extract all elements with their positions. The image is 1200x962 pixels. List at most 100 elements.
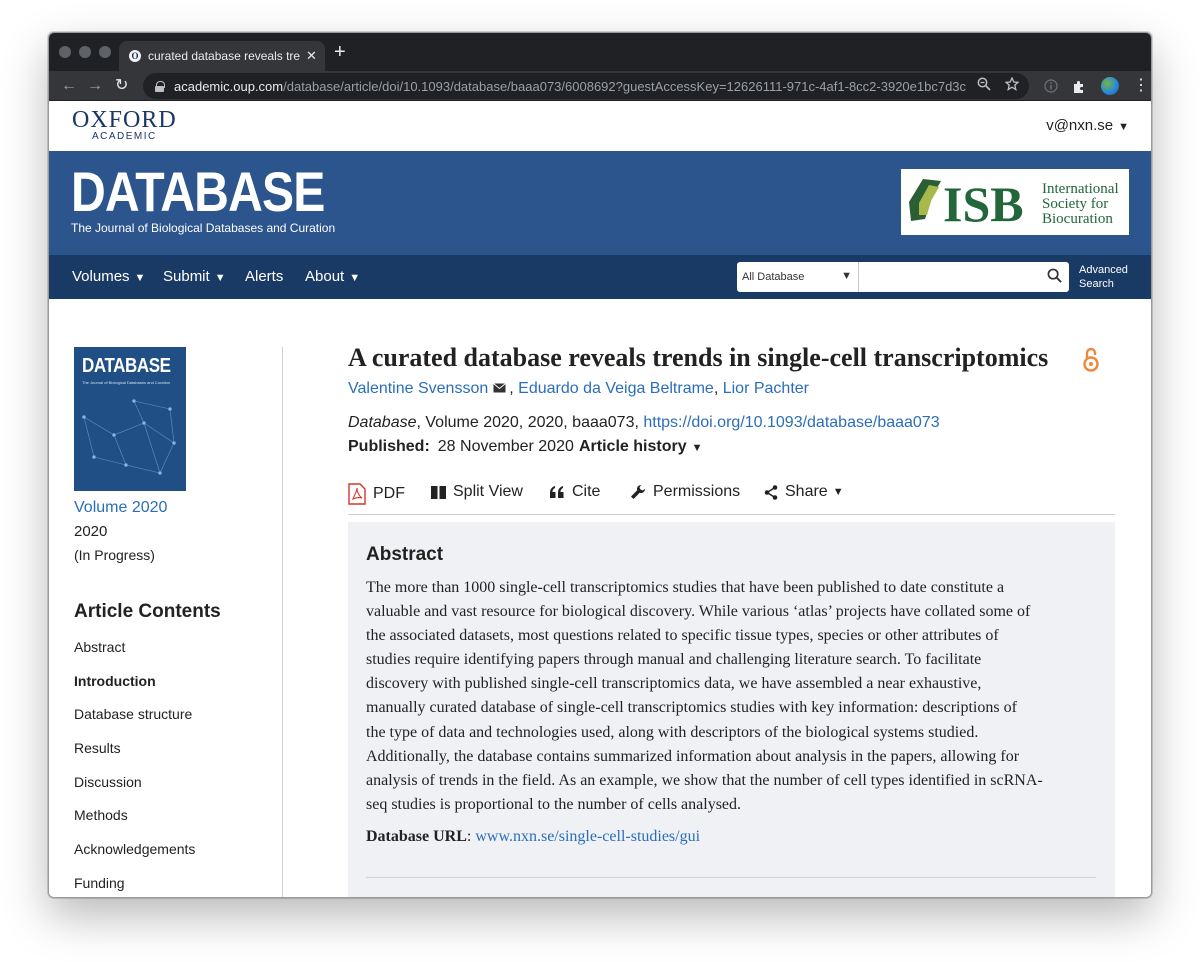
isb-logo[interactable]: ISB International Society for Biocuratio… — [901, 169, 1129, 235]
nav-about[interactable]: About ▼ — [305, 268, 360, 285]
browser-toolbar: ← → ↻ academic.oup.com/database/article/… — [49, 71, 1151, 101]
url-host: academic.oup.com — [174, 78, 284, 94]
isb-text-line-3: Biocuration — [1042, 211, 1113, 227]
author-link-svensson[interactable]: Valentine Svensson — [348, 380, 488, 397]
chevron-down-icon: ▼ — [841, 270, 852, 282]
reload-icon[interactable]: ↻ — [115, 76, 128, 96]
search-input[interactable] — [859, 262, 1069, 292]
permissions-label: Permissions — [653, 483, 741, 500]
database-url-link[interactable]: www.nxn.se/single-cell-studies/gui — [475, 828, 700, 845]
toc-item-results[interactable]: Results — [74, 740, 195, 774]
abstract-line: studies require identifying papers throu… — [366, 651, 982, 669]
doi-link[interactable]: https://doi.org/10.1093/database/baaa073 — [643, 414, 939, 431]
address-bar[interactable]: academic.oup.com/database/article/doi/10… — [143, 73, 1029, 99]
author-link-beltrame[interactable]: Eduardo da Veiga Beltrame — [518, 380, 714, 397]
advanced-search-label-1: Advanced — [1079, 264, 1128, 276]
isb-text-line-2: Society for — [1042, 196, 1108, 212]
isb-name: ISB — [943, 176, 1024, 232]
browser-tab[interactable]: O curated database reveals trends ✕ — [119, 41, 325, 71]
chevron-down-icon: ▼ — [349, 272, 361, 284]
pdf-icon — [348, 483, 366, 505]
abstract-section: Abstract The more than 1000 single-cell … — [348, 522, 1115, 897]
chevron-down-icon: ▼ — [832, 486, 844, 498]
volume-year: 2020 — [74, 523, 108, 540]
permissions-button[interactable]: Permissions — [630, 483, 740, 501]
search-scope-value: All Database — [742, 271, 805, 283]
share-button[interactable]: Share ▼ — [764, 483, 844, 501]
advanced-search-label-2: Search — [1079, 278, 1114, 290]
tab-close-icon[interactable]: ✕ — [306, 48, 317, 64]
info-icon[interactable] — [1044, 79, 1058, 93]
chevron-down-icon: ▼ — [134, 272, 146, 284]
citation-line: Database, Volume 2020, 2020, baaa073, ht… — [348, 414, 940, 432]
abstract-heading: Abstract — [366, 544, 444, 565]
extensions-icon[interactable] — [1072, 79, 1087, 94]
nav-submit[interactable]: Submit ▼ — [163, 268, 226, 285]
back-icon[interactable]: ← — [61, 76, 77, 96]
share-icon — [764, 484, 778, 500]
abstract-line: seq studies is proportional to the numbe… — [366, 795, 742, 813]
abstract-line: manually curated database of single-cell… — [366, 699, 1017, 717]
toc-item-methods[interactable]: Methods — [74, 807, 195, 841]
menu-dots-icon[interactable]: ⋮ — [1133, 78, 1149, 94]
article-contents-heading: Article Contents — [74, 601, 221, 622]
cite-button[interactable]: Cite — [549, 483, 600, 501]
chevron-down-icon: ▼ — [214, 272, 226, 284]
close-window-button[interactable] — [59, 46, 71, 58]
toc-item-introduction[interactable]: Introduction — [74, 673, 195, 707]
database-url-line: Database URL: www.nxn.se/single-cell-stu… — [366, 828, 701, 845]
pdf-label: PDF — [373, 485, 405, 502]
quote-icon — [550, 486, 564, 498]
abstract-line: Additionally, the database contains summ… — [366, 747, 1020, 765]
forward-icon[interactable]: → — [87, 76, 103, 96]
published-label: Published: — [348, 438, 430, 455]
article-title: A curated database reveals trends in sin… — [348, 343, 1049, 372]
article-contents-list: Abstract Introduction Database structure… — [74, 639, 195, 897]
star-icon[interactable] — [1005, 77, 1019, 91]
split-view-button[interactable]: Split View — [431, 483, 523, 501]
abstract-line: valuable and vast resource for biologica… — [366, 603, 1031, 621]
split-view-label: Split View — [453, 483, 523, 500]
abstract-line: discovery with published single-cell tra… — [366, 675, 982, 693]
page-content: DATABASE The Journal of Biological Datab… — [49, 299, 1151, 897]
email-icon[interactable] — [493, 383, 507, 393]
chevron-down-icon: ▼ — [691, 442, 703, 454]
url-path: /database/article/doi/10.1093/database/b… — [283, 78, 967, 94]
journal-title[interactable]: DATABASE — [71, 164, 325, 220]
nav-alerts-label: Alerts — [245, 268, 284, 285]
abstract-divider — [366, 877, 1096, 878]
open-access-icon — [1083, 347, 1099, 372]
browser-window: O curated database reveals trends ✕ + ← … — [48, 32, 1152, 898]
article-history-label: Article history — [579, 438, 687, 455]
search-scope-select[interactable]: All Database ▼ — [737, 262, 859, 292]
pdf-button[interactable]: PDF — [348, 483, 405, 505]
minimize-window-button[interactable] — [79, 46, 91, 58]
profile-avatar[interactable] — [1101, 77, 1119, 95]
advanced-search-link[interactable]: Advanced Search — [1079, 263, 1128, 291]
toc-item-acknowledgements[interactable]: Acknowledgements — [74, 841, 195, 875]
citation-details: , Volume 2020, 2020, baaa073, — [416, 414, 644, 431]
author-link-pachter[interactable]: Lior Pachter — [723, 380, 809, 397]
zoom-icon[interactable] — [977, 77, 991, 91]
user-account-menu[interactable]: v@nxn.se ▼ — [1046, 117, 1129, 134]
lock-icon[interactable] — [155, 80, 165, 92]
oxford-academic-logo[interactable]: OXFORD ACADEMIC — [72, 108, 177, 143]
nav-volumes[interactable]: Volumes ▼ — [72, 268, 145, 285]
toc-item-funding[interactable]: Funding — [74, 875, 195, 897]
toc-item-abstract[interactable]: Abstract — [74, 639, 195, 673]
nav-alerts[interactable]: Alerts — [245, 268, 283, 285]
toc-item-discussion[interactable]: Discussion — [74, 774, 195, 808]
journal-cover-image[interactable]: DATABASE The Journal of Biological Datab… — [74, 347, 186, 491]
wrench-icon — [631, 484, 646, 499]
volume-link[interactable]: Volume 2020 — [74, 499, 167, 517]
split-view-icon — [431, 485, 446, 499]
abstract-line: analysis of trends in the field. As an e… — [366, 771, 1043, 789]
article-history-dropdown[interactable]: Article history ▼ — [579, 438, 702, 456]
search-icon[interactable] — [1047, 268, 1062, 283]
toc-item-database-structure[interactable]: Database structure — [74, 706, 195, 740]
new-tab-icon[interactable]: + — [334, 42, 346, 62]
maximize-window-button[interactable] — [99, 46, 111, 58]
published-date: 28 November 2020 — [437, 438, 574, 455]
abstract-text: The more than 1000 single-cell transcrip… — [366, 576, 1102, 817]
share-label: Share — [785, 483, 828, 500]
